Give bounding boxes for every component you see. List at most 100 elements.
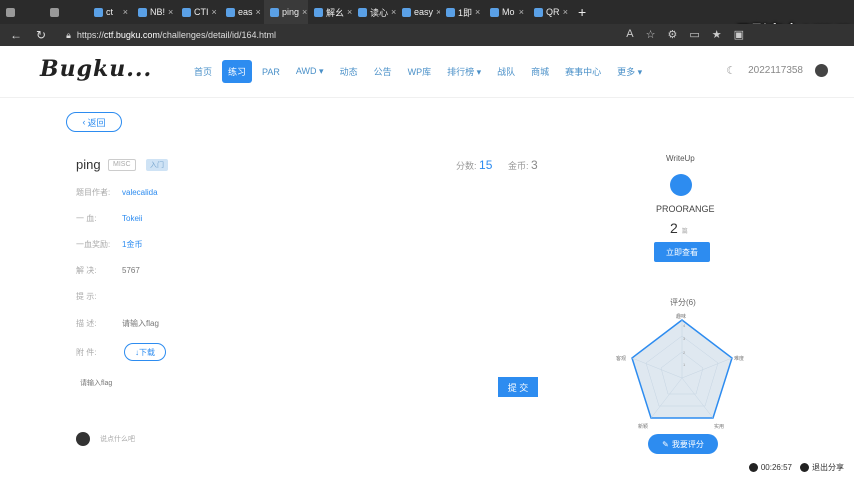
score: 分数: 15 (456, 158, 493, 172)
browser-tab[interactable] (44, 0, 88, 24)
edit-pencil-icon: ✎ (662, 439, 669, 449)
reward-label: 一血奖励: (76, 240, 111, 249)
browser-tab[interactable]: CTI × (176, 0, 220, 24)
nav-item-home[interactable]: 首页 (188, 60, 218, 83)
browser-tab[interactable] (0, 0, 44, 24)
stop-icon (800, 463, 809, 473)
browser-tab[interactable]: 读心 × (352, 0, 396, 24)
favorite-star-icon[interactable]: ☆ (646, 28, 656, 41)
rating-radar-chart: 趣味 难度 实用 新颖 客观 1 2 3 4 (616, 313, 744, 430)
attachment-row: 附 件: ↓下载 (76, 343, 166, 361)
site-favicon-icon (226, 7, 235, 17)
close-tab-icon[interactable]: × (563, 7, 572, 17)
first-blood-link[interactable]: Tokeii (122, 214, 142, 223)
first-blood-row: 一 血: Tokeii (76, 213, 142, 224)
nav-item-news[interactable]: 动态 (334, 60, 364, 83)
exit-share-button[interactable]: 退出分享 (800, 462, 844, 473)
submit-button[interactable]: 提 交 (498, 377, 538, 397)
recording-status: 00:26:57 退出分享 (748, 462, 844, 473)
radar-axis-label: 趣味 (676, 313, 686, 320)
read-aloud-icon[interactable]: A (626, 28, 633, 41)
browser-tab[interactable]: ct × (88, 0, 132, 24)
browser-tab[interactable]: eas × (220, 0, 264, 24)
nav-item-par[interactable]: PAR (256, 62, 286, 82)
bugku-logo[interactable]: Bugku... (40, 56, 152, 82)
first-blood-label: 一 血: (76, 214, 97, 223)
writeup-author-avatar[interactable] (670, 174, 692, 196)
browser-toolbar: A ☆ ⚙ ▭ ★ ▣ (626, 28, 744, 41)
download-button[interactable]: ↓下载 (124, 343, 166, 361)
address-bar: ← ↻ 🔒︎ https://ctf.bugku.com/challenges/… (0, 24, 854, 46)
browser-tab-active[interactable]: ping × (264, 0, 308, 24)
site-favicon-icon (490, 7, 499, 17)
comment-box[interactable]: 说点什么吧 (76, 432, 135, 446)
nav-item-more[interactable]: 更多 ▾ (611, 60, 648, 83)
nav-item-events[interactable]: 赛事中心 (559, 60, 607, 83)
collections-icon[interactable]: ▣ (734, 28, 744, 41)
close-tab-icon[interactable]: × (212, 7, 221, 17)
hint-label: 提 示: (76, 292, 97, 301)
lock-icon: 🔒︎ (66, 29, 71, 40)
level-tag: 入门 (146, 159, 168, 171)
close-tab-icon[interactable]: × (475, 7, 484, 17)
nav-item-wp-library[interactable]: WP库 (402, 60, 438, 83)
nav-item-announcements[interactable]: 公告 (368, 60, 398, 83)
nav-item-teams[interactable]: 战队 (491, 60, 521, 83)
writeup-count: 2 篇 (670, 220, 688, 236)
split-screen-icon[interactable]: ▭ (689, 28, 699, 41)
radar-axis-label: 新颖 (638, 423, 648, 430)
close-tab-icon[interactable]: × (256, 7, 264, 17)
solves-row: 解 决: 5767 (76, 265, 140, 276)
reward-value: 1金币 (122, 240, 143, 249)
view-writeup-button[interactable]: 立即查看 (654, 242, 710, 262)
nav-item-awd[interactable]: AWD ▾ (290, 61, 330, 82)
site-favicon-icon (534, 7, 543, 17)
site-navbar: Bugku... 首页 练习 PAR AWD ▾ 动态 公告 WP库 排行榜 ▾… (0, 46, 854, 98)
browser-tab[interactable]: 解幺 × (308, 0, 352, 24)
author-link[interactable]: valecalida (122, 188, 158, 197)
nav-item-leaderboard[interactable]: 排行榜 ▾ (441, 60, 487, 83)
url-field[interactable]: 🔒︎ https://ctf.bugku.com/challenges/deta… (66, 30, 276, 41)
site-favicon-icon (358, 7, 367, 17)
close-tab-icon[interactable]: × (519, 7, 528, 17)
close-tab-icon[interactable]: × (123, 7, 132, 17)
flag-input[interactable] (80, 374, 490, 392)
radar-axis-label: 实用 (714, 423, 724, 430)
comment-placeholder: 说点什么吧 (100, 436, 135, 443)
extensions-icon[interactable]: ⚙ (667, 28, 677, 41)
solves-label: 解 决: (76, 266, 97, 275)
browser-tab[interactable]: Mo × (484, 0, 528, 24)
description-row: 描 述: 请输入flag (76, 318, 159, 329)
back-button[interactable]: ‹ 返回 (66, 112, 122, 132)
rating-title: 评分(6) (670, 298, 696, 307)
user-area: ☾ 2022117358 (726, 64, 828, 77)
rate-button[interactable]: ✎ 我要评分 (648, 434, 718, 454)
category-tag: MISC (108, 159, 136, 171)
refresh-icon[interactable]: ↻ (36, 28, 46, 42)
browser-tab[interactable]: 1即 × (440, 0, 484, 24)
close-tab-icon[interactable]: × (168, 7, 176, 17)
browser-tab[interactable]: QR × (528, 0, 572, 24)
attachment-label: 附 件: (76, 347, 97, 357)
browser-tab[interactable]: NB! × (132, 0, 176, 24)
radar-axis-label: 难度 (734, 355, 744, 362)
user-avatar[interactable] (815, 64, 828, 77)
author-label: 题目作者: (76, 188, 111, 197)
username[interactable]: 2022117358 (748, 65, 803, 76)
radar-axis-label: 客观 (616, 355, 626, 362)
writeup-author[interactable]: PROORANGE (656, 204, 715, 214)
site-favicon-icon (94, 7, 103, 17)
nav-item-shop[interactable]: 商城 (525, 60, 555, 83)
back-arrow-icon[interactable]: ← (10, 28, 22, 42)
nav-item-practice[interactable]: 练习 (222, 60, 253, 83)
hint-row: 提 示: (76, 291, 122, 302)
browser-tab[interactable]: easy × (396, 0, 440, 24)
site-favicon-icon (138, 7, 147, 17)
favorites-icon[interactable]: ★ (712, 28, 722, 41)
dark-mode-moon-icon[interactable]: ☾ (726, 64, 736, 77)
reward-row: 一血奖励: 1金币 (76, 239, 142, 250)
site-favicon-icon (314, 7, 323, 17)
browser-tab-bar: ct × NB! × CTI × eas × ping × 解幺 × 读心 × easy × 1… (0, 0, 854, 24)
new-tab-icon[interactable]: + (578, 4, 586, 20)
gold-coins: 金币: 3 (508, 158, 538, 172)
